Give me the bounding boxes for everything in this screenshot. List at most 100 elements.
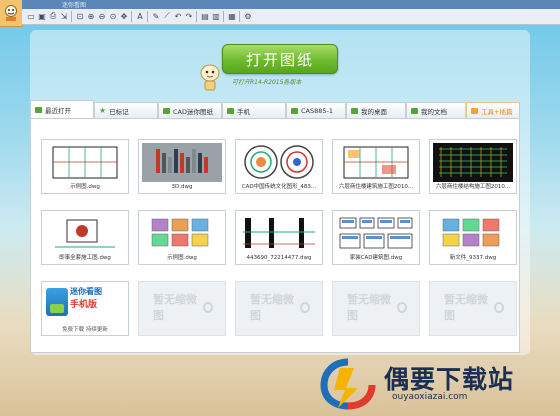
folder-icon: [411, 107, 418, 114]
drawing-thumbnail[interactable]: 新文件_9337.dwg: [429, 210, 517, 265]
folder-icon: [35, 106, 42, 113]
drawing-thumbnail[interactable]: 3D.dwg: [138, 139, 226, 194]
tab-2[interactable]: CAD迷你图纸: [158, 102, 222, 118]
thumbnail-caption: 六层商住楼结构施工图2010...: [435, 184, 511, 190]
tab-label: CAD迷你图纸: [173, 107, 213, 116]
watermark-text: 偶要下载站: [384, 365, 515, 394]
folder-icon: [351, 107, 358, 114]
thumbnail-caption: 443690_72214477.dwg: [246, 255, 312, 261]
empty-placeholder: 暂无缩微图: [444, 293, 504, 322]
drawing-thumbnail[interactable]: 家装CAD建筑图.dwg: [332, 210, 420, 265]
tab-7[interactable]: 工具+插篇: [466, 102, 520, 118]
zoom-extents-icon[interactable]: ⊙: [108, 11, 118, 21]
settings-icon[interactable]: ⚙: [243, 11, 253, 21]
site-watermark: 偶要下载站 ouyaoxiazai.com: [318, 356, 558, 414]
tab-6[interactable]: 我的文档: [406, 102, 466, 118]
pen-icon[interactable]: ✎: [151, 11, 161, 21]
window-title: 迷你看图: [62, 2, 87, 9]
toolbar-separator: [71, 11, 72, 22]
placeholder-circle-icon: [494, 301, 504, 313]
tab-label: 我的文档: [421, 107, 447, 116]
tab-label: CAS885-1: [301, 106, 333, 115]
thumbnail-caption: CAD中国传统文化图形_483...: [241, 184, 317, 190]
toolbar-separator: [131, 11, 132, 22]
tab-4[interactable]: CAS885-1: [286, 102, 346, 118]
drawing-thumbnail[interactable]: 443690_72214477.dwg: [235, 210, 323, 265]
app-logo-icon[interactable]: [0, 0, 23, 27]
drawing-thumbnail[interactable]: 六层商住楼建筑施工图2010...: [332, 139, 420, 194]
empty-label: 暂无缩微图: [347, 293, 391, 322]
placeholder-circle-icon: [300, 301, 310, 313]
empty-thumbnail-slot: 暂无缩微图: [332, 281, 420, 336]
drawing-preview: [239, 214, 319, 253]
empty-label: 暂无缩微图: [444, 293, 488, 322]
empty-label: 暂无缩微图: [250, 293, 294, 322]
tab-3[interactable]: 手机: [222, 102, 286, 118]
thumbnail-caption: 家装CAD建筑图.dwg: [349, 255, 403, 261]
drawing-preview: [433, 143, 513, 182]
drawing-preview: [45, 143, 125, 182]
zoom-in-icon[interactable]: ⊕: [86, 11, 96, 21]
tab-label: 已标记: [109, 107, 129, 116]
toolbar: ▭ ▣ ⎙ ⇲ ⊡ ⊕ ⊖ ⊙ ✥ A ✎ ⟋ ↶ ↷ ▤ ▥ ▦ ⚙: [22, 9, 560, 25]
thumbnail-caption: 示例图.dwg: [70, 184, 100, 190]
promo-title: 迷你看图: [70, 287, 102, 296]
toolbar-separator: [196, 11, 197, 22]
open-drawing-button[interactable]: 打开图纸: [222, 44, 338, 74]
zoom-window-icon[interactable]: ⊡: [75, 11, 85, 21]
layers-icon[interactable]: ▤: [200, 11, 210, 21]
empty-placeholder: 暂无缩微图: [347, 293, 407, 322]
save-icon[interactable]: ▣: [37, 11, 47, 21]
thumbnail-caption: 即事全套施工图.dwg: [59, 255, 111, 261]
drawing-preview: [142, 214, 222, 253]
placeholder-circle-icon: [397, 301, 407, 313]
promo-subtitle: 手机版: [70, 300, 98, 310]
print-icon[interactable]: ⎙: [48, 11, 58, 21]
tab-label: 最近打开: [45, 106, 71, 115]
thumbnail-caption: 示例图.dwg: [167, 255, 197, 261]
undo-icon[interactable]: ↶: [173, 11, 183, 21]
drawing-preview: [142, 143, 222, 182]
pan-icon[interactable]: ✥: [119, 11, 129, 21]
drawing-preview: [239, 143, 319, 182]
new-file-icon[interactable]: ▭: [26, 11, 36, 21]
drawing-thumbnail[interactable]: 示例图.dwg: [138, 210, 226, 265]
tab-5[interactable]: 我的桌面: [346, 102, 406, 118]
title-bar: 迷你看图: [22, 0, 560, 9]
redo-icon[interactable]: ↷: [184, 11, 194, 21]
text-icon[interactable]: A: [135, 11, 145, 21]
folder-icon: [227, 107, 234, 114]
empty-placeholder: 暂无缩微图: [153, 293, 213, 322]
tab-label: 我的桌面: [361, 107, 387, 116]
empty-thumbnail-slot: 暂无缩微图: [138, 281, 226, 336]
mobile-app-icon: [46, 288, 68, 316]
screen-icon[interactable]: ▦: [227, 11, 237, 21]
drawing-preview: [336, 143, 416, 182]
drawing-thumbnail[interactable]: 示例图.dwg: [41, 139, 129, 194]
thumbnail-caption: 新文件_9337.dwg: [449, 255, 497, 261]
promo-footer: 免费下载 持续更新: [62, 327, 108, 333]
drawing-preview: [336, 214, 416, 253]
zoom-out-icon[interactable]: ⊖: [97, 11, 107, 21]
drawing-preview: [433, 214, 513, 253]
drawing-preview: [45, 214, 125, 253]
drawing-thumbnail[interactable]: CAD中国传统文化图形_483...: [235, 139, 323, 194]
layout-icon[interactable]: ▥: [211, 11, 221, 21]
tab-bar: 最近打开 ★ 已标记 CAD迷你图纸 手机 CAS885-1 我的桌面 我的文档 工具+插篇: [30, 100, 520, 118]
folder-icon: [291, 107, 298, 114]
drawing-thumbnail[interactable]: 即事全套施工图.dwg: [41, 210, 129, 265]
tab-0[interactable]: 最近打开: [30, 100, 94, 118]
mobile-app-promo[interactable]: 迷你看图手机版免费下载 持续更新: [41, 281, 129, 336]
toolbar-separator: [239, 11, 240, 22]
measure-icon[interactable]: ⟋: [162, 11, 172, 21]
export-icon[interactable]: ⇲: [59, 11, 69, 21]
mascot-icon: [197, 62, 223, 92]
thumbnail-caption: 3D.dwg: [171, 184, 193, 190]
placeholder-circle-icon: [203, 301, 213, 313]
star-icon: ★: [99, 105, 107, 115]
drawing-thumbnail[interactable]: 六层商住楼结构施工图2010...: [429, 139, 517, 194]
empty-placeholder: 暂无缩微图: [250, 293, 310, 322]
tab-1[interactable]: ★ 已标记: [94, 102, 158, 118]
empty-label: 暂无缩微图: [153, 293, 197, 322]
toolbar-separator: [147, 11, 148, 22]
